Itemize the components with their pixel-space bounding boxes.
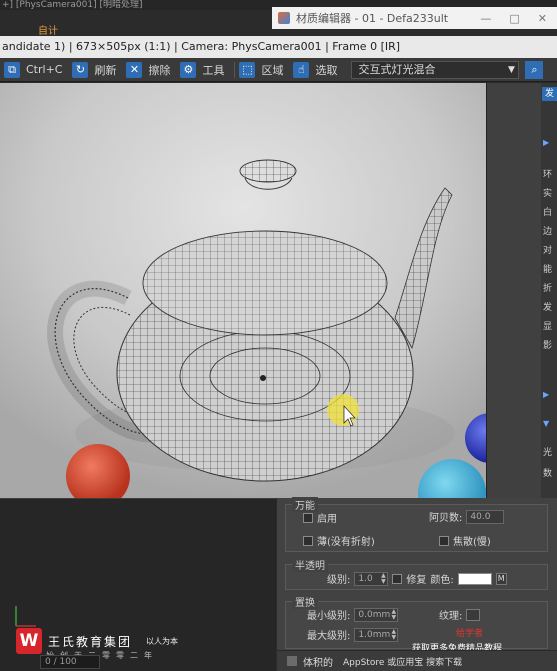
side-glyph: 白	[543, 208, 553, 218]
expand-arrow-icon[interactable]: ▶	[543, 390, 549, 399]
render-viewport[interactable]	[0, 83, 486, 498]
render-mode-dropdown[interactable]: 交互式灯光混合 ▼	[351, 60, 520, 79]
enable-label: 启用	[317, 514, 337, 525]
enable-checkbox[interactable]	[303, 512, 313, 523]
min-level-value: 0.0mm	[358, 609, 391, 620]
region-icon: ⬚	[239, 61, 256, 78]
side-glyph: 影	[543, 341, 553, 351]
texture-row: 纹理:	[439, 607, 481, 622]
thin-label: 薄(没有折射)	[317, 537, 375, 548]
enable-checkbox-row[interactable]: 启用	[303, 510, 337, 525]
watermark-line-3: AppStore 或应用宝 搜索下载	[343, 657, 463, 668]
grip-icon	[287, 656, 297, 666]
texture-label: 纹理:	[439, 611, 463, 622]
color-swatch[interactable]	[457, 572, 492, 585]
caustics-checkbox[interactable]	[439, 535, 449, 546]
side-glyph: 折	[543, 284, 553, 294]
brand-sub: 以人为本	[146, 636, 179, 646]
spinner-arrows-icon[interactable]: ▲ ▼	[379, 572, 387, 585]
search-icon[interactable]: ⌕	[525, 60, 544, 79]
level-label: 级别:	[327, 575, 351, 586]
side-glyph: 光	[543, 448, 553, 458]
map-button[interactable]: M	[495, 572, 507, 585]
frame-counter[interactable]: 0 / 100	[40, 655, 100, 669]
brand-name: 王氏教育集团	[48, 634, 133, 649]
side-glyph: 数	[543, 469, 553, 479]
side-glyph: 边	[543, 227, 553, 237]
brand-logo: W	[16, 628, 42, 654]
texture-slot[interactable]	[466, 608, 481, 621]
side-glyph: 对	[543, 246, 553, 256]
render-toolbar: ⧉ Ctrl+C ↻ 刷新 ✕ 擦除 ⚙ 工具 ⬚ 区域 ☝ 选取 交互式灯光混…	[0, 58, 557, 82]
erase-button[interactable]: ✕ 擦除	[126, 60, 176, 80]
tools-button[interactable]: ⚙ 工具	[180, 60, 230, 80]
spinner-arrows-icon[interactable]: ▲ ▼	[390, 628, 397, 641]
max-level-input[interactable]: 1.0mm ▲ ▼	[354, 627, 399, 642]
close-icon[interactable]: ✕	[538, 12, 547, 25]
level-input[interactable]: 1.0 ▲ ▼	[354, 571, 389, 586]
copy-button[interactable]: ⧉ Ctrl+C	[4, 60, 68, 80]
spinner-arrows-icon[interactable]: ▲ ▼	[390, 608, 397, 621]
level-value: 1.0	[358, 573, 373, 584]
caustics-label: 焦散(慢)	[453, 537, 491, 548]
min-level-label: 最小级别:	[307, 611, 351, 622]
abbe-label: 阿贝数:	[429, 513, 463, 524]
correct-checkbox[interactable]	[392, 573, 403, 584]
abbe-value: 40.0	[470, 511, 491, 522]
chevron-down-icon: ▼	[508, 64, 515, 75]
minimize-icon[interactable]: —	[480, 12, 491, 25]
side-glyph: 实	[543, 189, 553, 199]
side-glyph: 显	[543, 322, 553, 332]
max-level-label: 最大级别:	[307, 631, 351, 642]
refresh-icon: ↻	[72, 61, 89, 78]
thin-checkbox[interactable]	[303, 535, 313, 546]
gear-icon: ⚙	[180, 61, 197, 78]
side-glyph: 能	[543, 265, 553, 275]
side-glyph: 环	[543, 170, 553, 180]
render-mode-value: 交互式灯光混合	[358, 62, 436, 76]
material-editor-icon	[278, 12, 290, 24]
abbe-input[interactable]: 40.0	[466, 509, 505, 524]
select-button[interactable]: ☝ 选取	[293, 60, 343, 80]
volume-label: 体积的	[303, 657, 333, 669]
erase-icon: ✕	[126, 61, 143, 78]
copy-icon: ⧉	[4, 61, 20, 78]
maximize-icon[interactable]: □	[509, 12, 519, 25]
expand-arrow-icon[interactable]: ▶	[543, 138, 549, 147]
tools-label: 工具	[202, 63, 225, 77]
thin-checkbox-row[interactable]: 薄(没有折射)	[303, 533, 375, 548]
min-level-row: 最小级别: 0.0mm ▲ ▼	[307, 607, 399, 622]
color-label: 颜色:	[430, 575, 454, 586]
watermark-line-1: 给学者	[456, 629, 484, 639]
render-info-bar: andidate 1) | 673×505px (1:1) | Camera: …	[0, 36, 557, 58]
material-editor-titlebar[interactable]: 材质编辑器 - 01 - Defa233ult — □ ✕	[272, 7, 557, 29]
max-level-row: 最大级别: 1.0mm ▲ ▼	[307, 627, 399, 642]
copy-label: Ctrl+C	[26, 63, 63, 76]
translucency-row: 级别: 1.0 ▲ ▼ 修复 颜色: M	[327, 571, 507, 586]
min-level-input[interactable]: 0.0mm ▲ ▼	[354, 607, 399, 622]
side-panel-tab[interactable]: 发	[542, 87, 557, 101]
max-level-value: 1.0mm	[358, 629, 391, 640]
erase-label: 擦除	[148, 63, 171, 77]
toolbar-divider	[234, 61, 236, 78]
region-button[interactable]: ⬚ 区域	[239, 60, 289, 80]
side-glyph: 发	[543, 303, 553, 313]
hand-cursor-icon: ☝	[293, 61, 310, 78]
material-editor-title: 材质编辑器 - 01 - Defa233ult	[296, 12, 449, 25]
axis-gizmo-icon	[15, 606, 36, 627]
abbe-row: 阿贝数: 40.0	[429, 509, 505, 524]
group-title: 半透明	[292, 557, 328, 572]
refresh-label: 刷新	[94, 63, 117, 77]
select-label: 选取	[315, 63, 338, 77]
region-label: 区域	[261, 63, 284, 77]
right-side-panel: 发 ▶ 环 实 白 边 对 能 折 发 显 影 ▶ ▼ 光 数	[486, 83, 557, 503]
bottom-status-bar: 体积的 AppStore 或应用宝 搜索下载	[277, 650, 557, 671]
orange-tag: 自计	[38, 26, 58, 37]
correct-label: 修复	[406, 575, 427, 586]
teapot-render	[0, 83, 486, 498]
refresh-button[interactable]: ↻ 刷新	[72, 60, 122, 80]
collapse-arrow-icon[interactable]: ▼	[543, 419, 549, 428]
caustics-checkbox-row[interactable]: 焦散(慢)	[439, 533, 491, 548]
